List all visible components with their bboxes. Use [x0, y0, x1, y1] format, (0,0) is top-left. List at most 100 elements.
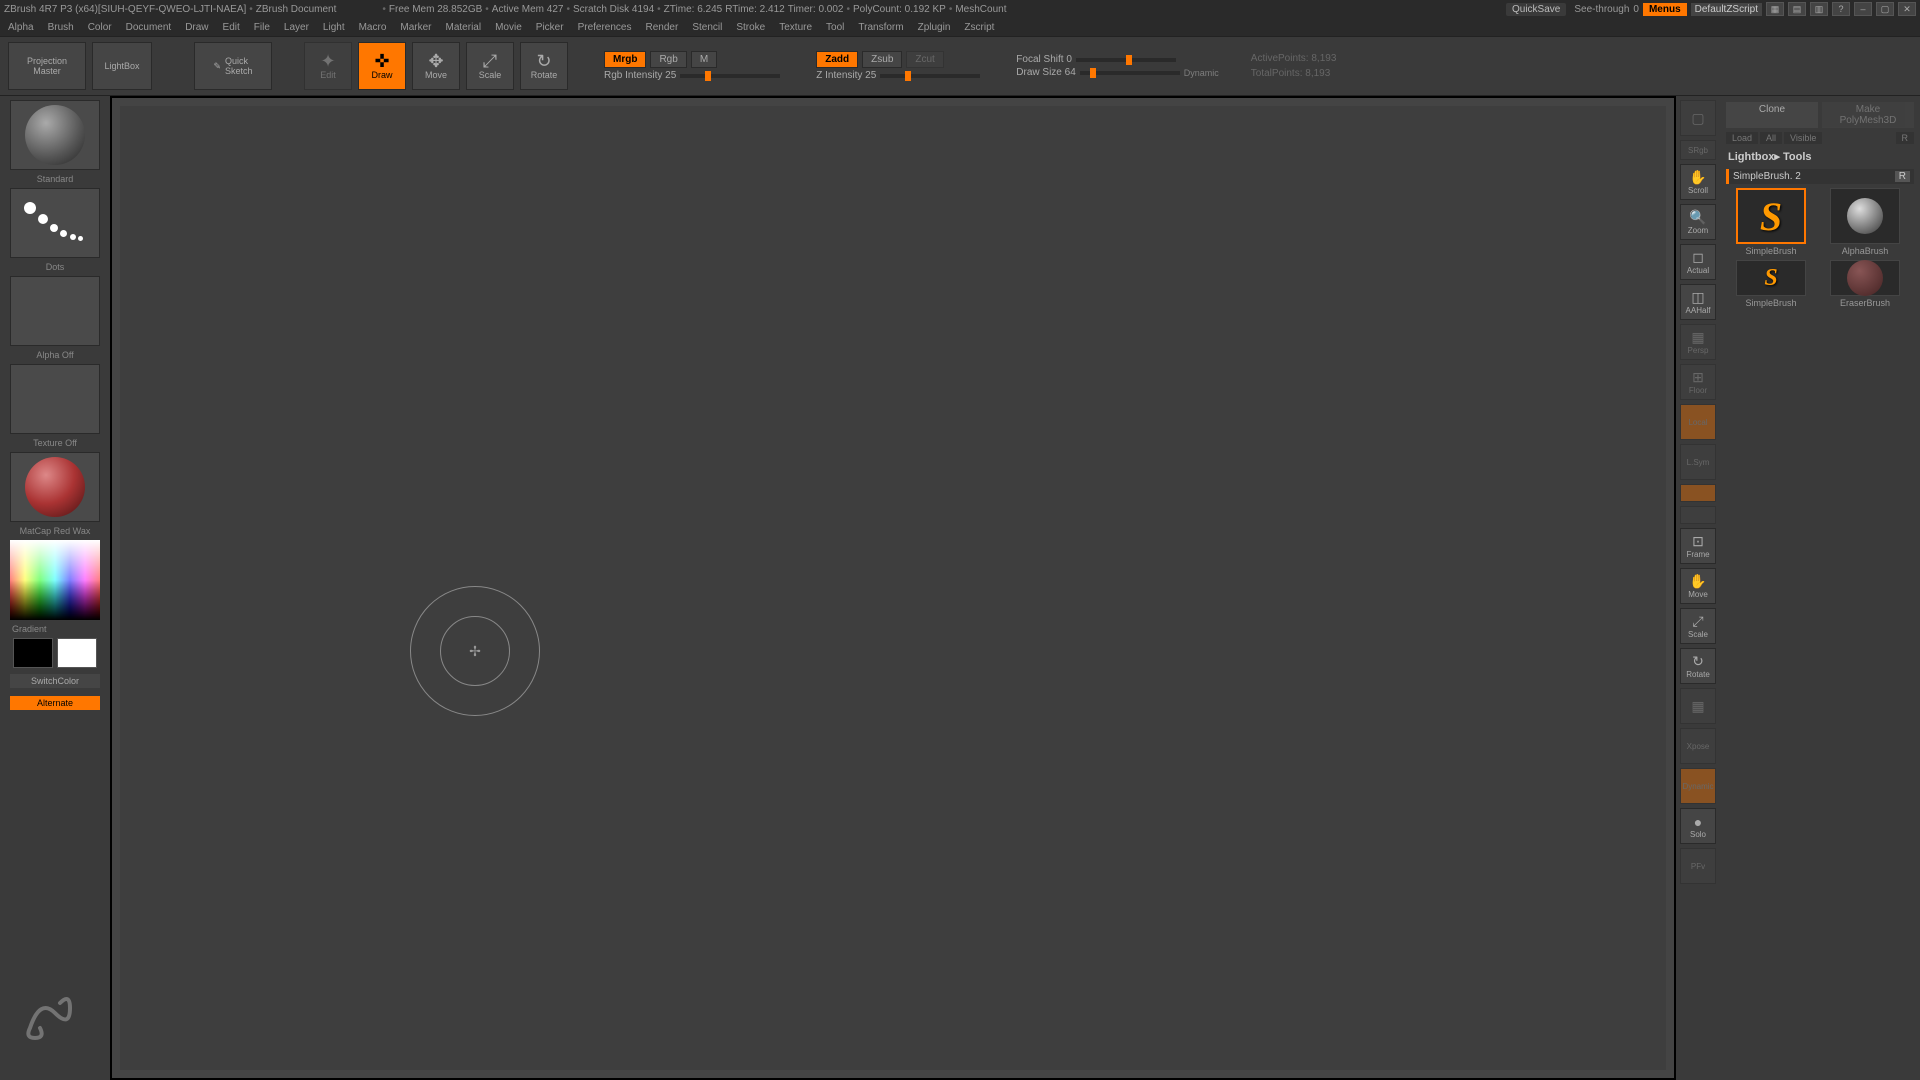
layout3-icon[interactable]: ▥ [1810, 2, 1828, 16]
nav-scale-button[interactable]: ⤢Scale [1680, 608, 1716, 644]
menu-marker[interactable]: Marker [400, 22, 431, 33]
zcut-button[interactable]: Zcut [906, 51, 943, 68]
menu-movie[interactable]: Movie [495, 22, 522, 33]
menu-zplugin[interactable]: Zplugin [918, 22, 951, 33]
zoom-button[interactable]: 🔍Zoom [1680, 204, 1716, 240]
r-tab[interactable]: R [1896, 132, 1915, 144]
xyz-button[interactable] [1680, 484, 1716, 502]
rgb-button[interactable]: Rgb [650, 51, 686, 68]
tool-eraserbrush[interactable]: EraserBrush [1820, 260, 1910, 308]
menu-document[interactable]: Document [126, 22, 172, 33]
scale-button[interactable]: ⤢Scale [466, 42, 514, 90]
seethrough-value[interactable]: 0 [1633, 4, 1639, 15]
rotate-button[interactable]: ↻Rotate [520, 42, 568, 90]
primary-color-swatch[interactable] [57, 638, 97, 668]
help-icon[interactable]: ? [1832, 2, 1850, 16]
actual-button[interactable]: ◻Actual [1680, 244, 1716, 280]
lsym-button[interactable]: L.Sym [1680, 444, 1716, 480]
zadd-button[interactable]: Zadd [816, 51, 858, 68]
focal-shift-slider[interactable] [1076, 58, 1176, 62]
menu-file[interactable]: File [254, 22, 270, 33]
menu-material[interactable]: Material [446, 22, 482, 33]
color-picker[interactable] [10, 540, 100, 620]
alternate-button[interactable]: Alternate [10, 696, 100, 710]
menu-color[interactable]: Color [88, 22, 112, 33]
gradient-label[interactable]: Gradient [4, 624, 106, 634]
projection-master-button[interactable]: Projection Master [8, 42, 86, 90]
m-button[interactable]: M [691, 51, 717, 68]
r-badge[interactable]: R [1895, 171, 1910, 182]
menu-preferences[interactable]: Preferences [578, 22, 632, 33]
texture-selector[interactable] [10, 364, 100, 434]
tool-simplebrush-2[interactable]: S SimpleBrush [1726, 260, 1816, 308]
load-tab[interactable]: Load [1726, 132, 1758, 144]
menu-macro[interactable]: Macro [359, 22, 387, 33]
menu-transform[interactable]: Transform [858, 22, 903, 33]
zsub-button[interactable]: Zsub [862, 51, 902, 68]
default-script[interactable]: DefaultZScript [1691, 3, 1762, 16]
canvas[interactable]: ✢ [112, 98, 1674, 1078]
minimize-icon[interactable]: – [1854, 2, 1872, 16]
alpha-selector[interactable] [10, 276, 100, 346]
z-intensity-slider[interactable] [880, 74, 980, 78]
menu-stroke[interactable]: Stroke [736, 22, 765, 33]
all-tab[interactable]: All [1760, 132, 1782, 144]
frame-button[interactable]: ⊡Frame [1680, 528, 1716, 564]
draw-size-slider[interactable] [1080, 71, 1180, 75]
clone-button[interactable]: Clone [1726, 102, 1818, 128]
draw-size-label: Draw Size 64 [1016, 67, 1075, 78]
make-polymesh-button[interactable]: Make PolyMesh3D [1822, 102, 1914, 128]
stroke-selector[interactable] [10, 188, 100, 258]
quicksave-button[interactable]: QuickSave [1506, 3, 1566, 16]
menu-alpha[interactable]: Alpha [8, 22, 34, 33]
material-selector[interactable] [10, 452, 100, 522]
scroll-button[interactable]: ✋Scroll [1680, 164, 1716, 200]
switchcolor-button[interactable]: SwitchColor [10, 674, 100, 688]
menu-stencil[interactable]: Stencil [692, 22, 722, 33]
menu-edit[interactable]: Edit [223, 22, 240, 33]
move-button[interactable]: ✥Move [412, 42, 460, 90]
solo-button[interactable]: ●Solo [1680, 808, 1716, 844]
menu-zscript[interactable]: Zscript [964, 22, 994, 33]
xpose-button[interactable]: Xpose [1680, 728, 1716, 764]
menu-brush[interactable]: Brush [48, 22, 74, 33]
free-mem: Free Mem 28.852GB [389, 4, 482, 15]
floor-button[interactable]: ⊞Floor [1680, 364, 1716, 400]
dynamic-label[interactable]: Dynamic [1184, 68, 1219, 78]
menu-light[interactable]: Light [323, 22, 345, 33]
menu-texture[interactable]: Texture [779, 22, 812, 33]
menu-draw[interactable]: Draw [185, 22, 208, 33]
dynamic-button[interactable]: Dynamic [1680, 768, 1716, 804]
menus-button[interactable]: Menus [1643, 3, 1687, 16]
lightbox-button[interactable]: LightBox [92, 42, 152, 90]
layout2-icon[interactable]: ▤ [1788, 2, 1806, 16]
pfv-button[interactable]: PFv [1680, 848, 1716, 884]
edit-button[interactable]: ✦Edit [304, 42, 352, 90]
srgb-button[interactable]: SRgb [1680, 140, 1716, 160]
quicksketch-button[interactable]: ✎Quick Sketch [194, 42, 272, 90]
tool-simplebrush-1[interactable]: S SimpleBrush [1726, 188, 1816, 256]
persp-button[interactable]: ▦Persp [1680, 324, 1716, 360]
local-button[interactable]: Local [1680, 404, 1716, 440]
menu-tool[interactable]: Tool [826, 22, 844, 33]
mrgb-button[interactable]: Mrgb [604, 51, 646, 68]
draw-button[interactable]: ✜Draw [358, 42, 406, 90]
close-icon[interactable]: ✕ [1898, 2, 1916, 16]
texture-label: Texture Off [4, 438, 106, 448]
secondary-color-swatch[interactable] [13, 638, 53, 668]
xyz2-button[interactable] [1680, 506, 1716, 524]
maximize-icon[interactable]: ▢ [1876, 2, 1894, 16]
visible-tab[interactable]: Visible [1784, 132, 1822, 144]
nav-rotate-button[interactable]: ↻Rotate [1680, 648, 1716, 684]
aahalf-button[interactable]: ◫AAHalf [1680, 284, 1716, 320]
layout-icon[interactable]: ▦ [1766, 2, 1784, 16]
rgb-intensity-slider[interactable] [680, 74, 780, 78]
menu-render[interactable]: Render [646, 22, 679, 33]
brush-selector[interactable] [10, 100, 100, 170]
nav-move-button[interactable]: ✋Move [1680, 568, 1716, 604]
menu-layer[interactable]: Layer [284, 22, 309, 33]
bpr-button[interactable]: ▢ [1680, 100, 1716, 136]
tool-alphabrush[interactable]: AlphaBrush [1820, 188, 1910, 256]
menu-picker[interactable]: Picker [536, 22, 564, 33]
polyf-button[interactable]: ▦ [1680, 688, 1716, 724]
